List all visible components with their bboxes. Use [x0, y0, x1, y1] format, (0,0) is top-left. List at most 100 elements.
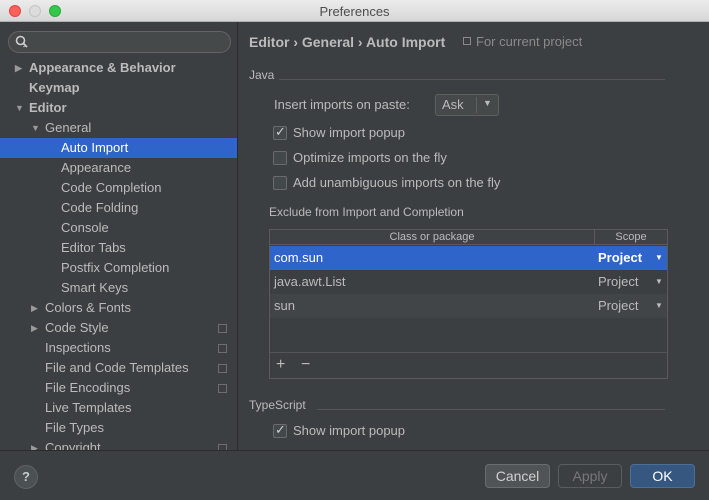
sidebar-item-label: Postfix Completion: [61, 260, 170, 275]
show-import-popup-label[interactable]: Show import popup: [293, 125, 405, 140]
sidebar-item-colors-fonts[interactable]: ▶ Colors & Fonts: [0, 298, 237, 318]
sidebar-item-file-code-templates[interactable]: File and Code Templates: [0, 358, 237, 378]
java-section-title: Java: [249, 68, 275, 82]
class-cell[interactable]: sun: [274, 294, 295, 318]
ok-button[interactable]: OK: [630, 464, 695, 488]
sidebar-item-file-encodings[interactable]: File Encodings: [0, 378, 237, 398]
column-header-scope[interactable]: Scope: [594, 230, 667, 244]
breadcrumb: Editor › General › Auto Import: [249, 34, 446, 50]
sidebar-item-label: Live Templates: [45, 400, 132, 415]
remove-icon[interactable]: −: [301, 356, 310, 374]
sidebar-item-label: Appearance: [61, 160, 132, 175]
window-title: Preferences: [319, 4, 390, 19]
ts-show-import-popup-label[interactable]: Show import popup: [293, 423, 405, 438]
sidebar-item-label: File and Code Templates: [45, 360, 189, 375]
preferences-window: Preferences ▶ Appearance & Behavior Keym…: [0, 0, 709, 500]
sidebar-item-code-completion[interactable]: Code Completion: [0, 178, 237, 198]
project-scope-icon: [218, 364, 227, 373]
table-header: Class or package Scope: [270, 230, 667, 245]
sidebar-item-postfix-completion[interactable]: Postfix Completion: [0, 258, 237, 278]
settings-tree: ▶ Appearance & Behavior Keymap ▼ Editor …: [0, 58, 237, 450]
sidebar-item-file-types[interactable]: File Types: [0, 418, 237, 438]
sidebar-item-appearance[interactable]: Appearance: [0, 158, 237, 178]
sidebar-item-code-folding[interactable]: Code Folding: [0, 198, 237, 218]
insert-imports-select[interactable]: Ask ▼: [435, 94, 499, 116]
apply-button[interactable]: Apply: [558, 464, 622, 488]
chevron-right-icon[interactable]: ▶: [15, 58, 22, 78]
optimize-imports-label[interactable]: Optimize imports on the fly: [293, 150, 447, 165]
insert-imports-label: Insert imports on paste:: [274, 97, 410, 112]
ts-show-import-popup-checkbox[interactable]: ✓: [273, 422, 287, 438]
sidebar-item-code-style[interactable]: ▶ Code Style: [0, 318, 237, 338]
sidebar-item-label: Copyright: [45, 440, 101, 450]
column-header-class[interactable]: Class or package: [270, 231, 594, 243]
sidebar-item-keymap[interactable]: Keymap: [0, 78, 237, 98]
exclude-section-title: Exclude from Import and Completion: [269, 205, 464, 219]
section-divider: [279, 79, 665, 80]
project-scope-icon: [463, 37, 471, 45]
sidebar-item-label: Keymap: [29, 80, 80, 95]
typescript-section-title: TypeScript: [249, 398, 306, 412]
project-scope-icon: [218, 384, 227, 393]
dropdown-arrow-icon[interactable]: ▼: [483, 98, 492, 108]
scope-note-label: For current project: [476, 34, 583, 49]
title-bar: Preferences: [0, 0, 709, 22]
sidebar-item-label: Code Folding: [61, 200, 139, 215]
table-row[interactable]: sun Project ▼: [270, 294, 667, 318]
optimize-imports-checkbox[interactable]: [273, 151, 287, 165]
class-cell[interactable]: com.sun: [274, 246, 323, 270]
table-row[interactable]: com.sun Project ▼: [270, 246, 667, 270]
project-scope-icon: [218, 324, 227, 333]
settings-sidebar: ▶ Appearance & Behavior Keymap ▼ Editor …: [0, 22, 238, 450]
class-cell[interactable]: java.awt.List: [274, 270, 346, 294]
help-button[interactable]: ?: [14, 465, 38, 489]
dropdown-arrow-icon[interactable]: ▼: [655, 294, 663, 318]
scope-cell[interactable]: Project: [598, 270, 638, 294]
sidebar-item-label: Code Completion: [61, 180, 162, 195]
cancel-button[interactable]: Cancel: [485, 464, 550, 488]
scope-cell[interactable]: Project: [598, 246, 642, 270]
chevron-right-icon[interactable]: ▶: [31, 318, 38, 338]
sidebar-item-inspections[interactable]: Inspections: [0, 338, 237, 358]
scope-note: For current project: [463, 34, 582, 49]
dropdown-arrow-icon[interactable]: ▼: [655, 246, 663, 270]
dropdown-arrow-icon[interactable]: ▼: [655, 270, 663, 294]
sidebar-item-auto-import[interactable]: Auto Import: [0, 138, 237, 158]
sidebar-item-appearance-behavior[interactable]: ▶ Appearance & Behavior: [0, 58, 237, 78]
table-toolbar: + −: [270, 352, 667, 378]
checkmark-icon: ✓: [275, 422, 286, 437]
combo-divider: [476, 97, 477, 113]
chevron-right-icon[interactable]: ▶: [31, 298, 38, 318]
exclude-table: Class or package Scope com.sun Project ▼…: [269, 229, 668, 379]
sidebar-item-editor[interactable]: ▼ Editor: [0, 98, 237, 118]
sidebar-item-label: General: [45, 120, 92, 135]
search-input[interactable]: [8, 31, 231, 53]
sidebar-item-label: Auto Import: [61, 140, 129, 155]
add-icon[interactable]: +: [276, 356, 285, 374]
insert-imports-value: Ask: [442, 97, 464, 112]
chevron-down-icon[interactable]: ▼: [31, 118, 40, 138]
table-row[interactable]: java.awt.List Project ▼: [270, 270, 667, 294]
add-unambiguous-imports-checkbox[interactable]: [273, 176, 287, 190]
checkmark-icon: ✓: [275, 124, 286, 139]
sidebar-item-label: Code Style: [45, 320, 109, 335]
sidebar-item-label: Appearance & Behavior: [29, 60, 176, 75]
section-divider: [317, 409, 665, 410]
search-icon: [15, 35, 28, 48]
dialog-button-bar: ? Cancel Apply OK: [0, 450, 709, 500]
sidebar-item-label: Editor: [29, 100, 67, 115]
show-import-popup-checkbox[interactable]: ✓: [273, 124, 287, 140]
sidebar-item-console[interactable]: Console: [0, 218, 237, 238]
scope-cell[interactable]: Project: [598, 294, 638, 318]
sidebar-item-editor-tabs[interactable]: Editor Tabs: [0, 238, 237, 258]
chevron-right-icon[interactable]: ▶: [31, 438, 38, 450]
chevron-down-icon[interactable]: ▼: [15, 98, 24, 118]
sidebar-item-label: Colors & Fonts: [45, 300, 131, 315]
sidebar-item-smart-keys[interactable]: Smart Keys: [0, 278, 237, 298]
sidebar-item-label: File Encodings: [45, 380, 131, 395]
sidebar-item-general[interactable]: ▼ General: [0, 118, 237, 138]
sidebar-item-copyright[interactable]: ▶ Copyright: [0, 438, 237, 450]
add-unambiguous-imports-label[interactable]: Add unambiguous imports on the fly: [293, 175, 500, 190]
sidebar-item-label: Console: [61, 220, 109, 235]
sidebar-item-live-templates[interactable]: Live Templates: [0, 398, 237, 418]
